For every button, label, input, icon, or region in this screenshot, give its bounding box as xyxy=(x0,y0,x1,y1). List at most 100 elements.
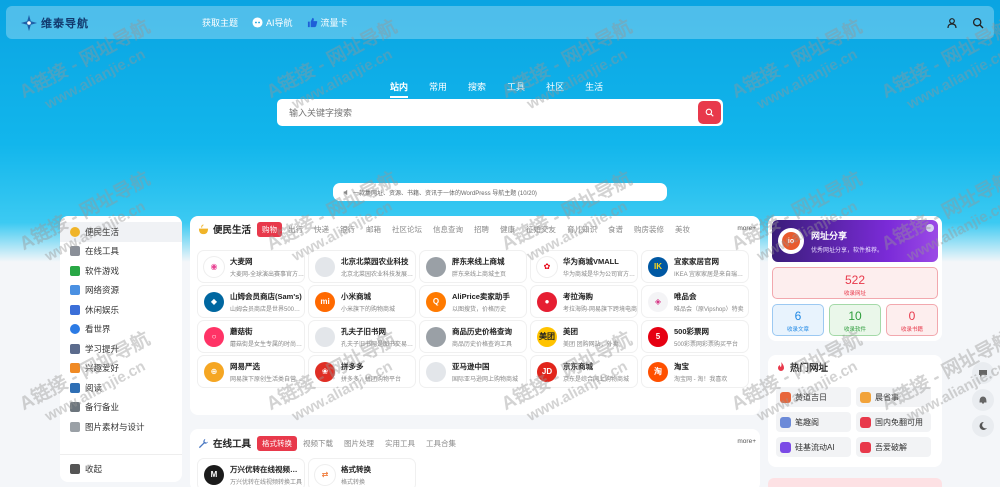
site-card[interactable]: M 万兴优转在线视频转换 万兴优转在线视频转换工具 xyxy=(198,459,304,487)
search-icon[interactable] xyxy=(972,17,984,29)
hot-site-icon xyxy=(780,416,791,428)
tab-shopping[interactable]: 购物 xyxy=(257,221,283,237)
site-card[interactable]: 淘 淘宝 淘宝网 - 淘！我喜欢 xyxy=(642,356,748,387)
site-card[interactable]: ● 考拉海购 考拉海购-网易旗下跨境电商 xyxy=(531,286,637,317)
section-title: 在线工具 xyxy=(213,439,252,450)
site-card[interactable]: ◈ 唯品会 唯品会（原Vipshop）特卖 xyxy=(642,286,748,317)
share-banner[interactable]: io 网址分享 优秀网址分享，软件推荐。 xyxy=(772,220,938,262)
hot-site-item[interactable]: 黄道吉日 xyxy=(776,387,851,407)
site-card[interactable]: ⇄ 格式转换 格式转换 xyxy=(309,459,415,487)
tab-image-process[interactable]: 图片处理 xyxy=(339,436,379,451)
search-tab-search[interactable]: 搜索 xyxy=(468,80,486,98)
tab-video-download[interactable]: 视频下载 xyxy=(298,436,338,451)
nav-get-theme[interactable]: 获取主题 xyxy=(202,16,238,29)
more-link[interactable]: more+ xyxy=(733,225,756,232)
tab-jobs[interactable]: 招聘 xyxy=(469,222,494,237)
site-card[interactable]: ○ 蘑菇街 蘑菇街是女生专属的时尚购物 xyxy=(198,321,304,352)
hot-sites-header: 热门网址 xyxy=(768,355,942,379)
hot-site-item[interactable]: 晨省事 xyxy=(856,387,931,407)
sidebar-item-entertainment[interactable]: 休闲娱乐 xyxy=(60,300,182,320)
site-card[interactable]: 胖东来线上商城 胖东来线上商城主页 xyxy=(420,251,526,282)
tab-health[interactable]: 健康 xyxy=(495,222,520,237)
tab-express[interactable]: 快递 xyxy=(309,222,334,237)
stat-label: 收录网址 xyxy=(843,291,866,297)
hot-site-item[interactable]: 硅基流动AI xyxy=(776,437,851,457)
dark-mode-float-button[interactable] xyxy=(972,415,994,437)
sidebar-item-learning[interactable]: 学习提升 xyxy=(60,339,182,359)
sidebar-item-resources[interactable]: 网络资源 xyxy=(60,281,182,301)
site-logo-icon xyxy=(315,326,335,347)
nav-data-card[interactable]: 流量卡 xyxy=(307,16,348,29)
site-logo[interactable]: 维泰导航 xyxy=(20,14,170,32)
site-card[interactable]: 亚马逊中国 国际亚马逊网上购物商城 xyxy=(420,356,526,387)
hot-site-label: 吾爱破解 xyxy=(875,442,907,452)
site-card[interactable]: JD 京东商城 京东是综合网上购物商城 xyxy=(531,356,637,387)
tab-beauty[interactable]: 美妆 xyxy=(670,222,695,237)
hot-site-item[interactable]: 吾爱破解 xyxy=(856,437,931,457)
site-logo-glyph: 美团 xyxy=(539,332,555,341)
search-button[interactable] xyxy=(698,101,721,124)
chat-float-button[interactable] xyxy=(972,362,994,384)
sidebar-item-design[interactable]: 图片素材与设计 xyxy=(60,417,182,437)
sidebar-item-reading[interactable]: 阅读 xyxy=(60,378,182,398)
grid-icon xyxy=(70,285,80,296)
hot-site-item[interactable]: 国内免翻可用 xyxy=(856,412,931,432)
sidebar-collapse[interactable]: 收起 xyxy=(60,454,182,482)
hot-site-label: 国内免翻可用 xyxy=(875,417,923,427)
site-card[interactable]: 商品历史价格查询 商品历史价格查询工具 xyxy=(420,321,526,352)
site-card[interactable]: ⊕ 网易严选 网易旗下原创生活类自营电商 xyxy=(198,356,304,387)
search-tab-life[interactable]: 生活 xyxy=(585,80,603,98)
site-card[interactable]: Q AliPrice卖家助手 以图搜货，价格历史 xyxy=(420,286,526,317)
site-logo-glyph: ⊕ xyxy=(210,367,218,376)
close-icon[interactable] xyxy=(926,224,934,232)
tab-parenting[interactable]: 育儿知识 xyxy=(562,222,602,237)
search-tab-tools[interactable]: 工具 xyxy=(507,80,525,98)
tab-utilities[interactable]: 实用工具 xyxy=(380,436,420,451)
site-card[interactable]: ◉ 大麦网大麦网-全球演出赛事官方购票平台 xyxy=(198,251,304,282)
tab-format-convert[interactable]: 格式转换 xyxy=(257,435,298,451)
site-card[interactable]: 北京北菜园农业科技北京北菜园农业科技发展有限公司 xyxy=(309,251,415,282)
sidebar-item-life[interactable]: 便民生活 xyxy=(60,222,182,242)
sidebar-item-hobbies[interactable]: 兴趣爱好 xyxy=(60,359,182,379)
site-card[interactable]: ❀ 拼多多 拼多多，拼团购物平台 xyxy=(309,356,415,387)
tab-info-query[interactable]: 信息查询 xyxy=(428,222,468,237)
sidebar-item-world[interactable]: 看世界 xyxy=(60,320,182,340)
site-logo-icon: IK xyxy=(648,256,668,277)
tab-mail[interactable]: 邮箱 xyxy=(361,222,386,237)
site-logo-icon: ● xyxy=(537,291,557,312)
tab-tool-collection[interactable]: 工具合集 xyxy=(421,436,461,451)
tab-bank[interactable]: 银行 xyxy=(335,222,360,237)
site-card[interactable]: IK 宜家家居官网 IKEA 宜家家居是来自瑞典的家居品牌 xyxy=(642,251,748,282)
tab-travel[interactable]: 出行 xyxy=(283,222,308,237)
sidebar-item-software[interactable]: 软件游戏 xyxy=(60,261,182,281)
wrench-icon xyxy=(198,438,209,448)
sidebar-item-industry[interactable]: 备行备业 xyxy=(60,398,182,418)
nav-ai[interactable]: AI导航 xyxy=(252,16,293,29)
user-icon[interactable] xyxy=(946,17,958,29)
search-input[interactable] xyxy=(277,99,677,126)
search-tab-community[interactable]: 社区 xyxy=(546,80,564,98)
more-link[interactable]: more+ xyxy=(733,438,756,445)
site-logo-icon: ❀ xyxy=(315,361,335,382)
site-card[interactable]: ◆ 山姆会员商店(Sam's) 山姆会员商店是世界500强企业 xyxy=(198,286,304,317)
site-card[interactable]: 5 500彩票网 500彩票网彩票购买平台 xyxy=(642,321,748,352)
site-card[interactable]: ✿ 华为商城VMALL 华为商城是华为公司官方线上商城 xyxy=(531,251,637,282)
share-title: 网址分享 xyxy=(811,230,848,241)
section-title: 便民生活 xyxy=(213,225,252,236)
sidebar-item-tools[interactable]: 在线工具 xyxy=(60,242,182,262)
site-logo-glyph: ◈ xyxy=(654,297,662,306)
search-tab-site[interactable]: 站内 xyxy=(390,80,409,98)
search-tab-common[interactable]: 常用 xyxy=(429,80,447,98)
hot-site-item[interactable]: 笔趣阁 xyxy=(776,412,851,432)
site-card[interactable]: 孔夫子旧书网 孔夫子旧书网是图书交易平台 xyxy=(309,321,415,352)
bell-float-button[interactable] xyxy=(972,389,994,411)
wrench-icon xyxy=(70,246,80,257)
notice-bar[interactable]: 一款集网址、资源、书籍、资讯于一体的WordPress 导航主题 (10/20) xyxy=(333,183,667,201)
tab-housing[interactable]: 购房装修 xyxy=(629,222,669,237)
site-name: 亚马逊中国 xyxy=(452,361,490,371)
site-card[interactable]: 美团 美团 美团 团购网站，外卖 xyxy=(531,321,637,352)
tab-recipes[interactable]: 食谱 xyxy=(603,222,628,237)
tab-dating[interactable]: 征婚交友 xyxy=(521,222,561,237)
site-card[interactable]: mi 小米商城 小米旗下的购物商城 xyxy=(309,286,415,317)
tab-forum[interactable]: 社区论坛 xyxy=(387,222,427,237)
